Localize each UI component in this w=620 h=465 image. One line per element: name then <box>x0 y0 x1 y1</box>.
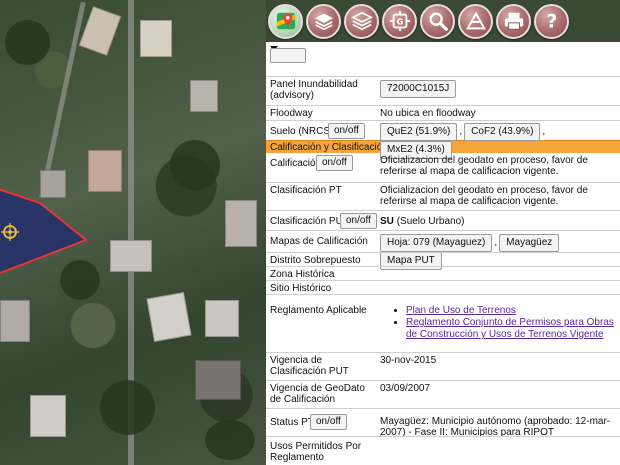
soil-chip-que2[interactable]: QuE2 (51.9%) <box>380 123 458 141</box>
separator: , <box>542 126 546 137</box>
layers-icon <box>314 13 333 31</box>
suelo-toggle-button[interactable]: on/off <box>328 123 365 139</box>
info-panel-content[interactable]: Panel Inundabilidad (advisory) 72000C101… <box>266 48 620 465</box>
label-usos-permitidos: Usos Permitidos Por Reglamento <box>270 441 362 463</box>
row-vigencia-geodato: Vigencia de GeoDato de Calificación 03/0… <box>266 380 620 408</box>
help-icon: ? <box>546 11 557 32</box>
separator: , <box>494 237 498 248</box>
value-clasificacion-pt: Oficializacion del geodato en proceso, f… <box>380 185 588 207</box>
label-vigencia-put: Vigencia de Clasificación PUT <box>270 355 349 377</box>
label-mapas: Mapas de Calificación <box>270 236 368 247</box>
svg-text:G: G <box>396 17 403 27</box>
row-panel-inundabilidad: Panel Inundabilidad (advisory) 72000C101… <box>266 76 620 105</box>
value-vigencia-geodato: 03/09/2007 <box>380 383 431 394</box>
top-partial-button[interactable] <box>270 48 306 63</box>
row-usos-permitidos: Usos Permitidos Por Reglamento <box>266 436 620 465</box>
list-item: Plan de Uso de Terrenos <box>406 305 616 317</box>
map-sheet-button[interactable]: Hoja: 079 (Mayaguez) <box>380 234 493 252</box>
google-maps-icon <box>276 12 295 30</box>
label-vigencia-geodato: Vigencia de GeoDato de Calificación <box>270 383 365 405</box>
flood-panel-button[interactable]: 72000C1015J <box>380 80 457 98</box>
row-vigencia-put: Vigencia de Clasificación PUT 30-nov-201… <box>266 352 620 380</box>
label-distrito: Distrito Sobrepuesto <box>270 255 361 266</box>
toolbar: G ? <box>266 0 620 42</box>
measure-button[interactable] <box>458 3 493 39</box>
link-reglamento-conjunto[interactable]: Reglamento Conjunto de Permisos para Obr… <box>406 317 614 340</box>
row-suelo: Suelo (NRCS) on/off QuE2 (51.9%), CoF2 (4… <box>266 120 620 159</box>
label-zona-historica: Zona Histórica <box>270 269 335 280</box>
parcel-polygon[interactable] <box>0 0 266 465</box>
row-floodway: Floodway No ubica en floodway <box>266 105 620 120</box>
gps-icon: G <box>389 10 410 32</box>
list-item: Reglamento Conjunto de Permisos para Obr… <box>406 317 616 341</box>
layers-stack-button[interactable] <box>344 3 379 39</box>
value-put-desc: (Suelo Urbano) <box>396 216 465 227</box>
geolocate-button[interactable]: G <box>382 3 417 39</box>
row-clasificacion-pt: Clasificación PT Oficializacion del geod… <box>266 182 620 210</box>
label-reglamento: Reglamento Aplicable <box>270 305 367 316</box>
row-clasificacion-put: Clasificación PUT on/off SU (Suelo Urban… <box>266 210 620 230</box>
link-plan-uso-terrenos[interactable]: Plan de Uso de Terrenos <box>406 305 516 316</box>
value-calificacion: Oficializacion del geodato en proceso, f… <box>380 155 588 177</box>
label-sitio-historico: Sitio Histórico <box>270 283 332 294</box>
value-put-code: SU <box>380 216 394 227</box>
value-floodway: No ubica en floodway <box>380 108 476 119</box>
panel-collapse-toggle[interactable] <box>266 42 620 56</box>
calificacion-toggle-button[interactable]: on/off <box>316 155 353 171</box>
svg-text:?: ? <box>546 11 557 32</box>
row-reglamento: Reglamento Aplicable Plan de Uso de Terr… <box>266 294 620 352</box>
soil-chip-cof2[interactable]: CoF2 (43.9%) <box>464 123 541 141</box>
search-icon <box>429 12 448 31</box>
separator: , <box>459 126 463 137</box>
layers-button[interactable] <box>306 3 341 39</box>
value-vigencia-put: 30-nov-2015 <box>380 355 437 366</box>
row-sitio-historico: Sitio Histórico <box>266 280 620 294</box>
google-maps-button[interactable] <box>268 3 303 39</box>
help-button[interactable]: ? <box>534 3 569 39</box>
row-distrito: Distrito Sobrepuesto <box>266 252 620 266</box>
measure-icon <box>465 11 486 30</box>
info-panel: Panel Inundabilidad (advisory) 72000C101… <box>266 42 620 465</box>
search-button[interactable] <box>420 3 455 39</box>
print-icon <box>504 12 523 30</box>
mayaguez-map-button[interactable]: Mayagüez <box>499 234 560 252</box>
value-status-pt: Mayagüez: Municipio autónomo (aprobado: … <box>380 416 611 438</box>
label-clasificacion-pt: Clasificación PT <box>270 185 342 196</box>
clasificacion-put-toggle-button[interactable]: on/off <box>340 213 377 229</box>
layers-stack-icon <box>350 11 373 31</box>
row-calificacion: Calificación on/off Oficializacion del g… <box>266 153 620 182</box>
row-status-pt: Status PT on/off Mayagüez: Municipio aut… <box>266 408 620 438</box>
satellite-map[interactable] <box>0 0 266 465</box>
label-panel-inundabilidad: Panel Inundabilidad (advisory) <box>270 79 358 101</box>
status-pt-toggle-button[interactable]: on/off <box>310 414 347 430</box>
row-mapas: Mapas de Calificación Hoja: 079 (Mayague… <box>266 230 620 270</box>
row-zona-historica: Zona Histórica <box>266 266 620 280</box>
reglamento-links: Plan de Uso de Terrenos Reglamento Conju… <box>380 305 616 341</box>
label-floodway: Floodway <box>270 108 313 119</box>
print-button[interactable] <box>496 3 531 39</box>
